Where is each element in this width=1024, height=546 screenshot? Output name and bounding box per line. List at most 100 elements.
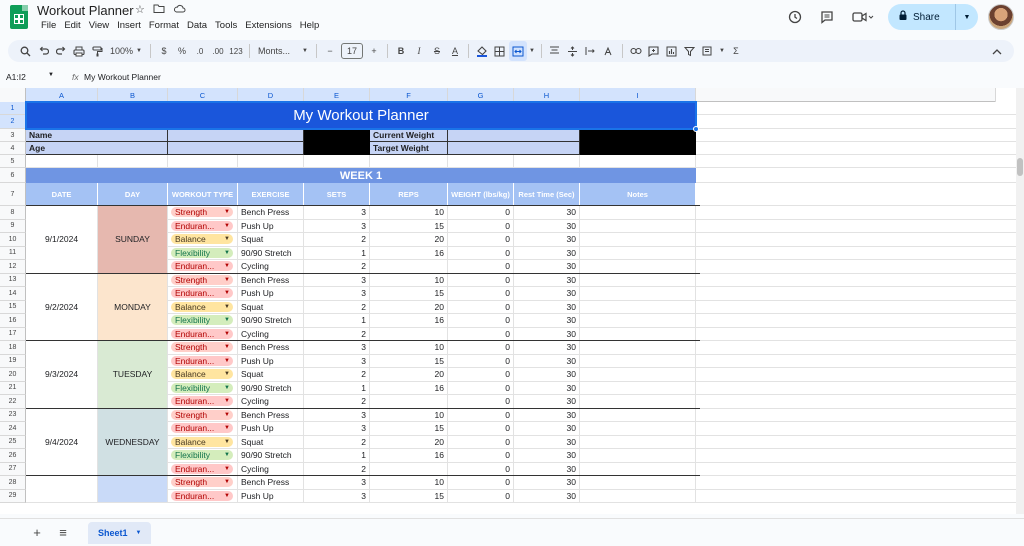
exercise-cell[interactable]: Bench Press xyxy=(238,476,304,490)
empty-cell[interactable] xyxy=(696,463,1016,476)
weight-cell[interactable]: 0 xyxy=(448,287,514,301)
empty-cell[interactable] xyxy=(448,155,514,168)
empty-cell[interactable] xyxy=(514,155,580,168)
date-cell[interactable]: 9/3/2024 xyxy=(26,341,98,409)
row-header-7[interactable]: 7 xyxy=(0,183,26,206)
notes-cell[interactable] xyxy=(580,368,696,382)
exercise-cell[interactable]: Bench Press xyxy=(238,341,304,355)
header-notes[interactable]: Notes xyxy=(580,183,696,206)
functions-button[interactable]: Σ xyxy=(727,41,745,61)
workout-type-dropdown[interactable]: Strength ▼ xyxy=(171,342,233,353)
borders-icon[interactable] xyxy=(491,41,509,61)
more-formats-button[interactable]: 123 xyxy=(227,41,245,61)
insert-link-icon[interactable] xyxy=(627,41,645,61)
column-header-i[interactable]: I xyxy=(580,88,696,102)
row-header-24[interactable]: 24 xyxy=(0,422,26,436)
share-button[interactable]: Share ▼ xyxy=(888,4,978,30)
reps-cell[interactable]: 20 xyxy=(370,300,448,314)
empty-cell[interactable] xyxy=(696,368,1016,382)
column-header-f[interactable]: F xyxy=(370,88,448,102)
print-icon[interactable] xyxy=(70,41,88,61)
exercise-cell[interactable]: Push Up xyxy=(238,489,304,503)
notes-cell[interactable] xyxy=(580,435,696,449)
sets-cell[interactable]: 2 xyxy=(304,368,370,382)
exercise-cell[interactable]: 90/90 Stretch xyxy=(238,381,304,395)
fill-handle[interactable] xyxy=(693,126,699,132)
empty-cell[interactable] xyxy=(696,274,1016,287)
format-percent-button[interactable]: % xyxy=(173,41,191,61)
header-date[interactable]: DATE xyxy=(26,183,98,206)
workout-type-dropdown[interactable]: Balance ▼ xyxy=(171,301,233,312)
workout-type-cell[interactable]: Balance ▼ xyxy=(168,300,238,314)
row-header-28[interactable]: 28 xyxy=(0,476,26,490)
zoom-select[interactable]: 100% ▼ xyxy=(106,41,146,61)
weight-cell[interactable]: 0 xyxy=(448,354,514,368)
reps-cell[interactable] xyxy=(370,327,448,341)
row-header-5[interactable]: 5 xyxy=(0,155,26,168)
empty-cell[interactable] xyxy=(696,436,1016,449)
column-header-b[interactable]: B xyxy=(98,88,168,102)
text-rotation-icon[interactable] xyxy=(600,41,618,61)
rest-cell[interactable]: 30 xyxy=(514,462,580,476)
workout-type-cell[interactable]: Strength ▼ xyxy=(168,476,238,490)
star-icon[interactable]: ☆ xyxy=(135,3,145,17)
exercise-cell[interactable]: Squat xyxy=(238,435,304,449)
exercise-cell[interactable]: Cycling xyxy=(238,327,304,341)
date-cell[interactable] xyxy=(26,476,98,503)
font-size-input[interactable]: 17 xyxy=(339,41,365,61)
empty-cell[interactable] xyxy=(696,301,1016,314)
sets-cell[interactable]: 2 xyxy=(304,395,370,409)
notes-cell[interactable] xyxy=(580,327,696,341)
empty-cell[interactable] xyxy=(696,129,1016,142)
row-header-1[interactable]: 1 xyxy=(0,102,26,115)
notes-cell[interactable] xyxy=(580,422,696,436)
workout-type-dropdown[interactable]: Flexibility ▼ xyxy=(171,450,233,461)
empty-cell[interactable] xyxy=(696,183,1016,206)
sets-cell[interactable]: 3 xyxy=(304,341,370,355)
rest-cell[interactable]: 30 xyxy=(514,300,580,314)
weight-cell[interactable]: 0 xyxy=(448,435,514,449)
row-header-4[interactable]: 4 xyxy=(0,142,26,155)
empty-cell[interactable] xyxy=(696,490,1016,503)
workout-type-dropdown[interactable]: Enduran... ▼ xyxy=(171,463,233,474)
workout-type-dropdown[interactable]: Strength ▼ xyxy=(171,274,233,285)
weight-cell[interactable]: 0 xyxy=(448,273,514,287)
font-select[interactable]: Monts... ▼ xyxy=(254,41,312,61)
share-dropdown-icon[interactable]: ▼ xyxy=(956,14,978,21)
notes-cell[interactable] xyxy=(580,381,696,395)
column-header-h[interactable]: H xyxy=(514,88,580,102)
rest-cell[interactable]: 30 xyxy=(514,219,580,233)
add-sheet-button[interactable]: + xyxy=(24,523,50,543)
row-header-18[interactable]: 18 xyxy=(0,341,26,355)
workout-type-dropdown[interactable]: Balance ▼ xyxy=(171,369,233,380)
undo-icon[interactable] xyxy=(34,41,52,61)
exercise-cell[interactable]: Bench Press xyxy=(238,273,304,287)
empty-cell[interactable] xyxy=(238,155,304,168)
empty-cell[interactable] xyxy=(696,233,1016,247)
reps-cell[interactable]: 16 xyxy=(370,314,448,328)
row-header-25[interactable]: 25 xyxy=(0,435,26,449)
empty-cell[interactable] xyxy=(696,449,1016,463)
workout-type-dropdown[interactable]: Enduran... ▼ xyxy=(171,490,233,501)
sets-cell[interactable]: 2 xyxy=(304,260,370,274)
age-label[interactable]: Age xyxy=(26,142,168,155)
notes-cell[interactable] xyxy=(580,206,696,220)
sets-cell[interactable]: 2 xyxy=(304,435,370,449)
empty-cell[interactable] xyxy=(696,355,1016,368)
version-history-icon[interactable] xyxy=(784,6,806,28)
reps-cell[interactable]: 20 xyxy=(370,368,448,382)
weight-cell[interactable]: 0 xyxy=(448,368,514,382)
row-header-15[interactable]: 15 xyxy=(0,300,26,314)
current-weight-label[interactable]: Current Weight xyxy=(370,129,448,142)
merge-cells-icon[interactable] xyxy=(508,41,527,61)
age-value-cell[interactable] xyxy=(168,142,304,155)
row-header-12[interactable]: 12 xyxy=(0,260,26,274)
text-wrapping-icon[interactable] xyxy=(582,41,600,61)
workout-type-dropdown[interactable]: Enduran... ▼ xyxy=(171,355,233,366)
header-weight[interactable]: WEIGHT (lbs/kg) xyxy=(448,183,514,206)
rest-cell[interactable]: 30 xyxy=(514,206,580,220)
empty-cell[interactable] xyxy=(26,155,98,168)
filter-views-icon[interactable] xyxy=(699,41,717,61)
workout-type-cell[interactable]: Balance ▼ xyxy=(168,233,238,247)
reps-cell[interactable]: 10 xyxy=(370,273,448,287)
